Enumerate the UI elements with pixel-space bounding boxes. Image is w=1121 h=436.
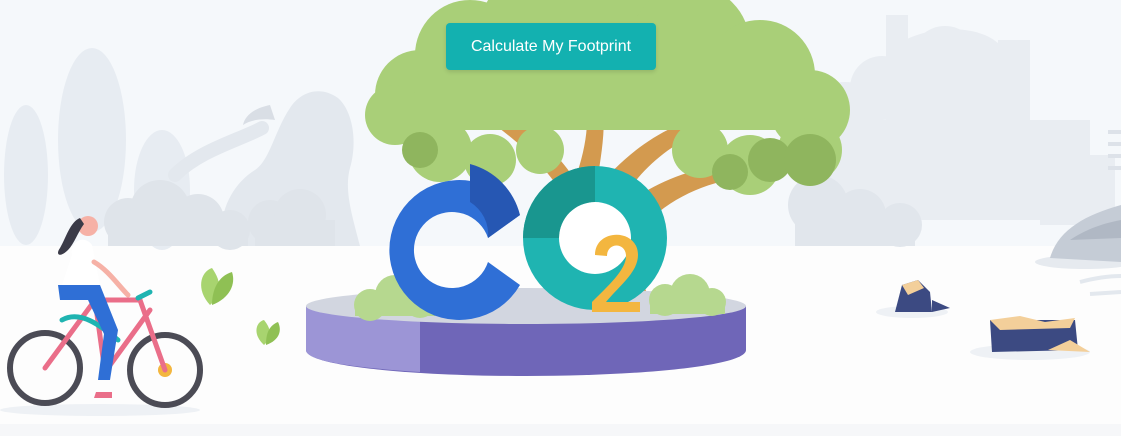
calculate-footprint-button[interactable]: Calculate My Footprint (446, 23, 656, 70)
background-bushes (104, 180, 335, 250)
leaf-icon (201, 268, 280, 345)
tree-stump-icon (876, 280, 1090, 360)
hero-section: Calculate My Footprint (0, 0, 1121, 436)
